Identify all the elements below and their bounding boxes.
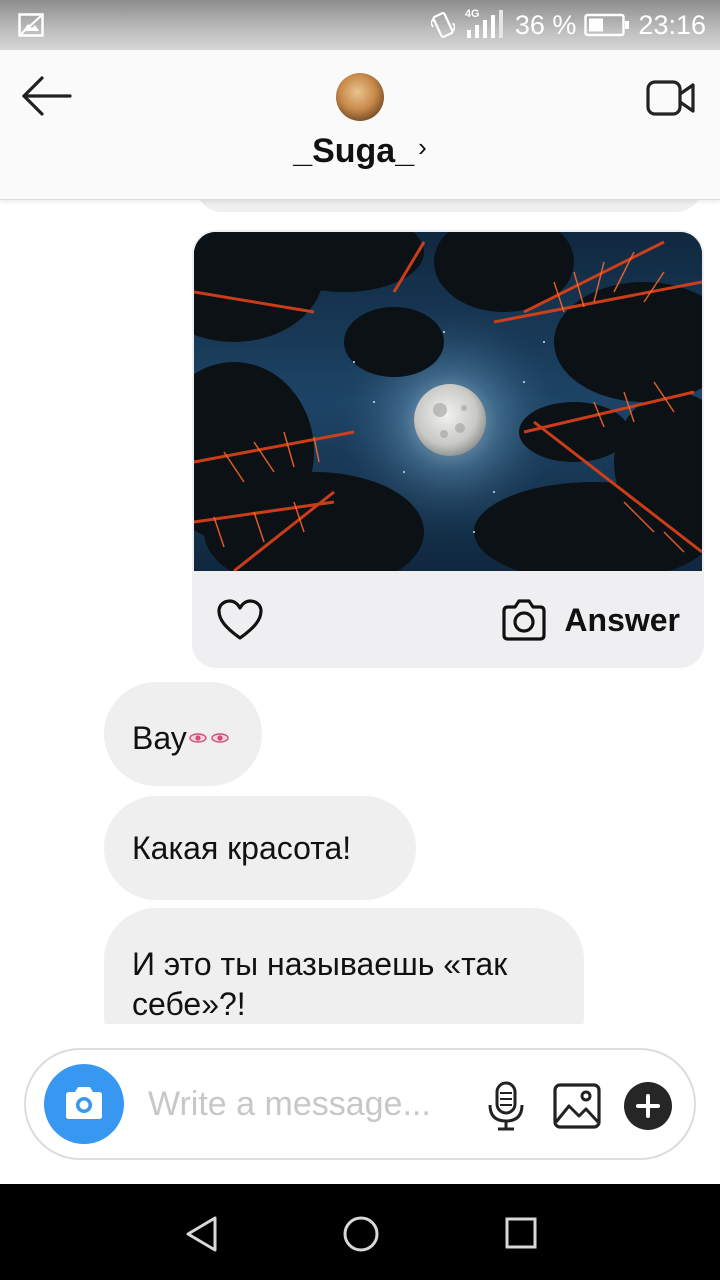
- status-bar: 4G 36 % 23:16: [0, 0, 720, 50]
- camera-icon: [66, 1087, 102, 1119]
- message-bubble[interactable]: Какая красота!: [104, 796, 416, 900]
- heart-icon[interactable]: [216, 598, 264, 642]
- clock: 23:16: [638, 9, 706, 40]
- camera-button[interactable]: [44, 1064, 124, 1144]
- answer-label: Answer: [564, 601, 680, 638]
- chat-header: _Suga_ ›: [0, 50, 720, 200]
- plus-icon[interactable]: [624, 1082, 672, 1130]
- image-icon[interactable]: [552, 1082, 602, 1130]
- signal-icon: 4G: [463, 8, 507, 40]
- message-composer: [24, 1048, 696, 1160]
- nav-back-icon[interactable]: [182, 1214, 222, 1254]
- video-call-icon[interactable]: [646, 78, 696, 118]
- message-bubble[interactable]: И это ты называешь «так себе»?!: [104, 908, 584, 1024]
- vibrate-icon: [430, 12, 455, 38]
- battery-percent: 36 %: [514, 9, 577, 40]
- answer-button[interactable]: Answer: [500, 596, 680, 644]
- contact-name-link[interactable]: _Suga_ ›: [0, 132, 720, 171]
- gallery-icon: [18, 13, 44, 37]
- nav-home-icon[interactable]: [342, 1215, 380, 1253]
- contact-name: _Suga_: [293, 132, 415, 170]
- back-arrow-icon[interactable]: [20, 74, 76, 118]
- chevron-right-icon: ›: [418, 132, 427, 162]
- camera-outline-icon: [502, 599, 547, 641]
- avatar[interactable]: [336, 73, 384, 121]
- message-input[interactable]: [148, 1074, 468, 1134]
- shared-photo-message[interactable]: Answer: [192, 230, 704, 668]
- message-list[interactable]: Answer Вау Какая красота! И это ты назыв…: [0, 200, 720, 1024]
- nav-recents-icon[interactable]: [504, 1216, 538, 1250]
- direct-message-screen: 4G 36 % 23:16 _Suga_ › Answer Вау Какая …: [0, 0, 720, 1280]
- system-nav-bar: [0, 1184, 720, 1280]
- eyes-emoji-icon: [189, 714, 229, 754]
- night-sky-photo[interactable]: [194, 232, 702, 571]
- microphone-icon[interactable]: [486, 1080, 526, 1132]
- message-text: Вау: [132, 720, 187, 756]
- network-type: 4G: [464, 8, 480, 20]
- message-text: И это ты называешь «так себе»?!: [132, 946, 508, 1022]
- message-text: Какая красота!: [132, 830, 352, 866]
- previous-message-bubble: [196, 200, 702, 212]
- message-bubble[interactable]: Вау: [104, 682, 262, 786]
- battery-icon: [584, 13, 630, 37]
